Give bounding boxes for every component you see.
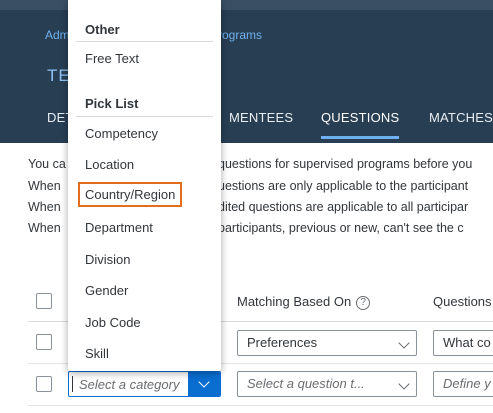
matching-select[interactable]: Select a question t... <box>237 371 417 397</box>
option-division[interactable]: Division <box>85 252 131 267</box>
question-field-placeholder: Define y <box>443 376 491 391</box>
category-dropdown-list: Other Free Text Pick List Competency Loc… <box>68 0 221 371</box>
help-icon[interactable]: ? <box>356 296 371 310</box>
column-header-questions: Questions <box>433 294 492 309</box>
description-line-2: uestions are only applicable to the part… <box>218 179 469 193</box>
description-line-3-left: When <box>28 200 61 214</box>
chevron-down-icon <box>398 378 410 390</box>
active-tab-indicator <box>321 136 399 139</box>
column-header-matching-label: Matching Based On <box>237 294 352 309</box>
description-line-1: questions for supervised programs before… <box>218 157 473 171</box>
chevron-down-icon <box>398 337 410 349</box>
question-field[interactable]: Define y <box>433 371 493 397</box>
matching-select-placeholder: Select a question t... <box>247 376 365 391</box>
option-country-region[interactable]: Country/Region <box>78 182 183 207</box>
question-field[interactable]: What co <box>433 330 493 356</box>
option-competency[interactable]: Competency <box>85 126 158 141</box>
select-all-checkbox[interactable] <box>36 293 52 309</box>
option-skill[interactable]: Skill <box>85 346 109 361</box>
category-select-placeholder: Select a category <box>79 377 180 392</box>
matching-select[interactable]: Preferences <box>237 330 417 356</box>
question-field-value: What co <box>443 335 491 350</box>
matching-select-value: Preferences <box>247 335 318 350</box>
breadcrumb-admin-link[interactable]: Adm <box>45 28 70 42</box>
group-title-pick-list: Pick List <box>85 96 139 111</box>
group-title-other: Other <box>85 22 120 37</box>
option-gender[interactable]: Gender <box>85 283 128 298</box>
tab-matches[interactable]: MATCHES <box>429 110 493 125</box>
chevron-down-icon <box>198 376 210 388</box>
row-checkbox[interactable] <box>36 334 52 350</box>
tab-questions[interactable]: QUESTIONS <box>321 110 399 125</box>
description-line-4-left: When <box>28 221 61 235</box>
category-dropdown-button[interactable] <box>188 372 220 396</box>
option-job-code[interactable]: Job Code <box>85 315 141 330</box>
option-department[interactable]: Department <box>85 220 153 235</box>
option-free-text[interactable]: Free Text <box>85 51 139 66</box>
description-line-3: dited questions are applicable to all pa… <box>218 200 469 214</box>
option-location[interactable]: Location <box>85 157 134 172</box>
row-checkbox[interactable] <box>36 376 52 392</box>
tab-mentees[interactable]: MENTEES <box>229 110 293 125</box>
description-line-1-left: You ca <box>28 157 66 171</box>
text-caret <box>72 376 73 392</box>
description-line-4: participants, previous or new, can't see… <box>218 221 464 235</box>
group-divider <box>76 116 213 117</box>
category-select[interactable]: Select a category <box>68 371 221 397</box>
column-header-matching: Matching Based On? <box>237 294 371 310</box>
description-line-2-left: When <box>28 179 61 193</box>
group-divider <box>76 41 213 42</box>
breadcrumb-programs-link[interactable]: rograms <box>218 28 262 42</box>
row-divider <box>28 405 493 406</box>
